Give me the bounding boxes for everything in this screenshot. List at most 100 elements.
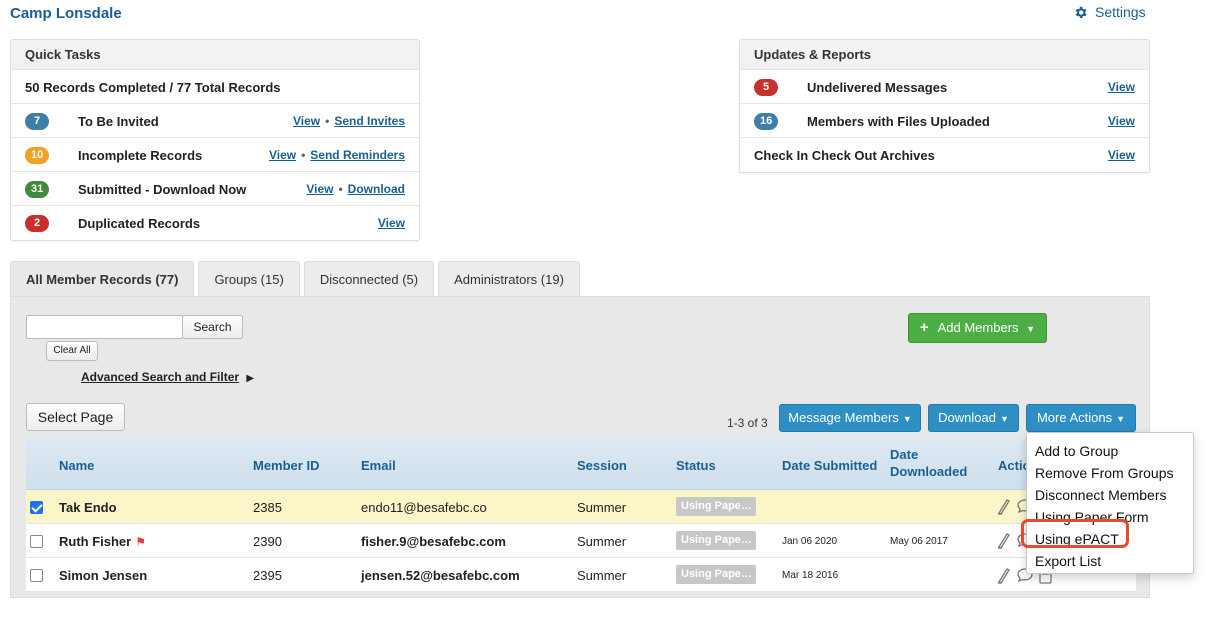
updates-reports-panel: Updates & Reports 5 Undelivered Messages…	[739, 39, 1150, 173]
separator-dot: •	[325, 114, 330, 128]
view-link[interactable]: View	[1108, 80, 1135, 94]
member-id: 2385	[253, 500, 282, 515]
row-label: Incomplete Records	[78, 148, 203, 163]
col-status[interactable]: Status	[676, 458, 716, 473]
separator-dot: •	[301, 148, 306, 162]
view-link[interactable]: View	[378, 216, 405, 230]
record-tabs: All Member Records (77) Groups (15) Disc…	[10, 261, 584, 297]
settings-label: Settings	[1095, 4, 1146, 20]
summary-text: 50 Records Completed / 77 Total Records	[25, 80, 281, 95]
plus-icon: +	[919, 319, 929, 336]
advanced-search-label: Advanced Search and Filter	[81, 370, 240, 384]
send-invites-link[interactable]: Send Invites	[334, 114, 405, 128]
count-badge: 10	[25, 147, 50, 164]
member-name[interactable]: Ruth Fisher ⚑	[59, 534, 146, 549]
count-badge: 7	[25, 113, 49, 130]
col-session[interactable]: Session	[577, 458, 627, 473]
clear-all-button[interactable]: Clear All	[46, 341, 98, 361]
more-actions-button[interactable]: More Actions ▼	[1026, 404, 1136, 432]
select-page-button[interactable]: Select Page	[26, 403, 125, 431]
caret-down-icon: ▼	[1026, 324, 1036, 334]
view-link[interactable]: View	[293, 114, 320, 128]
caret-down-icon: ▼	[1116, 414, 1126, 424]
settings-link[interactable]: Settings	[1073, 4, 1146, 20]
camp-title: Camp Lonsdale	[10, 5, 122, 22]
member-session: Summer	[577, 534, 627, 549]
view-link[interactable]: View	[306, 182, 333, 196]
col-name[interactable]: Name	[59, 458, 94, 473]
quick-tasks-panel: Quick Tasks 50 Records Completed / 77 To…	[10, 39, 420, 241]
message-members-button[interactable]: Message Members ▼	[779, 404, 921, 432]
row-checkbox[interactable]	[30, 501, 43, 514]
status-badge: Using Pape…	[676, 531, 756, 550]
menu-item-export-list[interactable]: Export List	[1027, 550, 1193, 572]
row-to-be-invited: 7 To Be Invited View • Send Invites	[11, 104, 419, 138]
triangle-right-icon: ▶	[246, 373, 255, 384]
col-date-downloaded[interactable]: Date Downloaded	[890, 446, 967, 480]
pencil-icon[interactable]	[996, 566, 1012, 584]
view-link[interactable]: View	[269, 148, 296, 162]
date-submitted: Jan 06 2020	[782, 536, 838, 547]
menu-item-remove-from-groups[interactable]: Remove From Groups	[1027, 462, 1193, 484]
status-badge: Using Pape…	[676, 565, 756, 584]
tab-all-member-records[interactable]: All Member Records (77)	[10, 261, 195, 297]
view-link[interactable]: View	[1108, 114, 1135, 128]
col-member-id[interactable]: Member ID	[253, 458, 319, 473]
row-label: Duplicated Records	[78, 216, 201, 231]
row-undelivered-messages: 5 Undelivered Messages View	[740, 70, 1149, 104]
member-name[interactable]: Simon Jensen	[59, 568, 147, 583]
send-reminders-link[interactable]: Send Reminders	[310, 148, 405, 162]
row-label: Check In Check Out Archives	[754, 148, 935, 163]
members-table: Name Member ID Email Session Status Date…	[26, 438, 1136, 592]
menu-item-add-to-group[interactable]: Add to Group	[1027, 440, 1193, 462]
row-duplicated-records: 2 Duplicated Records View	[11, 206, 419, 240]
records-panel: Search Clear All Advanced Search and Fil…	[10, 296, 1150, 598]
pencil-icon[interactable]	[996, 497, 1012, 515]
col-email[interactable]: Email	[361, 458, 396, 473]
row-checkbox[interactable]	[30, 535, 43, 548]
member-name[interactable]: Tak Endo	[59, 500, 117, 515]
count-badge: 16	[754, 113, 779, 130]
row-checkbox[interactable]	[30, 569, 43, 582]
separator-dot: •	[338, 182, 343, 196]
row-label: Undelivered Messages	[807, 80, 948, 95]
table-header: Name Member ID Email Session Status Date…	[26, 438, 1136, 490]
tab-disconnected[interactable]: Disconnected (5)	[303, 261, 435, 297]
tab-administrators[interactable]: Administrators (19)	[438, 261, 580, 297]
row-incomplete-records: 10 Incomplete Records View • Send Reminder…	[11, 138, 419, 172]
more-actions-menu: Add to Group Remove From Groups Disconne…	[1026, 432, 1194, 574]
row-label: To Be Invited	[78, 114, 159, 129]
date-submitted: Mar 18 2016	[782, 570, 839, 581]
header-line: Date	[890, 447, 919, 462]
member-email: endo11@besafebc.co	[361, 500, 487, 515]
member-email: jensen.52@besafebc.com	[361, 568, 520, 583]
message-members-label: Message Members	[788, 410, 899, 425]
row-checkin-archives: Check In Check Out Archives View	[740, 138, 1149, 172]
row-label: Submitted - Download Now	[78, 182, 247, 197]
search-button[interactable]: Search	[182, 315, 243, 339]
highlight-outline	[1021, 519, 1129, 548]
table-row[interactable]: Tak Endo 2385 endo11@besafebc.co Summer …	[26, 490, 1136, 524]
quick-tasks-title: Quick Tasks	[11, 40, 419, 70]
download-button[interactable]: Download ▼	[928, 404, 1019, 432]
add-members-button[interactable]: + Add Members ▼	[908, 313, 1047, 343]
member-id: 2395	[253, 568, 282, 583]
date-downloaded: May 06 2017	[890, 536, 948, 547]
download-link[interactable]: Download	[348, 182, 405, 196]
table-row[interactable]: Ruth Fisher ⚑ 2390 fisher.9@besafebc.com …	[26, 524, 1136, 558]
menu-item-disconnect-members[interactable]: Disconnect Members	[1027, 484, 1193, 506]
search-input[interactable]	[26, 315, 183, 339]
col-date-submitted[interactable]: Date Submitted	[782, 458, 877, 473]
tab-groups[interactable]: Groups (15)	[198, 261, 300, 297]
status-badge: Using Pape…	[676, 497, 756, 516]
table-row[interactable]: Simon Jensen 2395 jensen.52@besafebc.com…	[26, 558, 1136, 592]
pencil-icon[interactable]	[996, 531, 1012, 549]
view-link[interactable]: View	[1108, 148, 1135, 162]
member-session: Summer	[577, 500, 627, 515]
caret-down-icon: ▼	[999, 414, 1009, 424]
row-submitted: 31 Submitted - Download Now View • Downloa…	[11, 172, 419, 206]
advanced-search-link[interactable]: Advanced Search and Filter ▶	[81, 370, 254, 384]
flag-icon: ⚑	[135, 535, 146, 549]
count-badge: 31	[25, 181, 50, 198]
more-actions-label: More Actions	[1036, 410, 1113, 425]
